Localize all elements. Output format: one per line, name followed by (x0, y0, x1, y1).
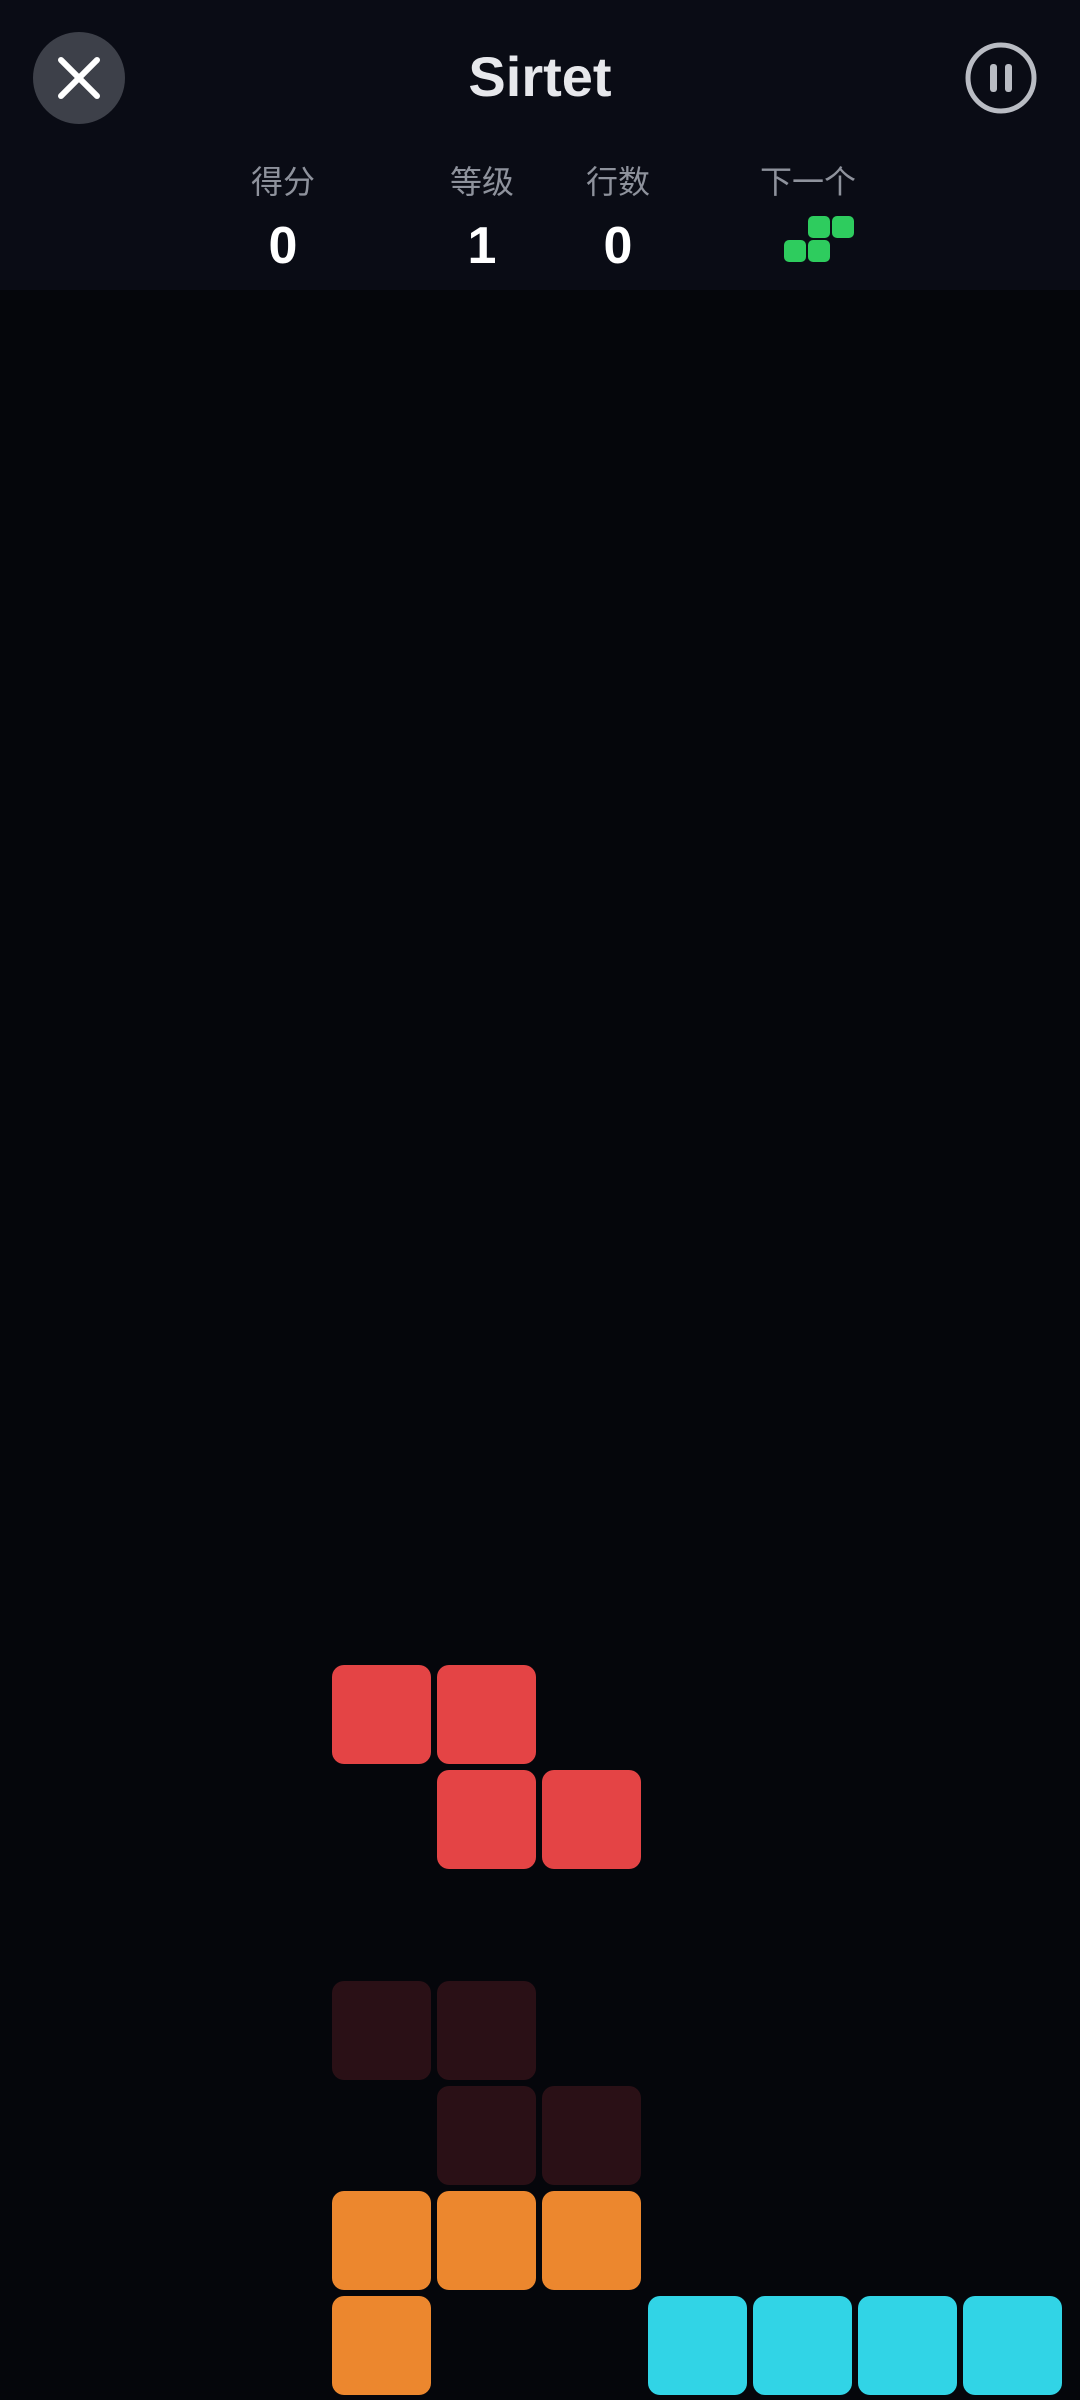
pause-icon (965, 42, 1037, 114)
next-piece-block (784, 240, 806, 262)
lines-label: 行数 (585, 164, 650, 200)
active-piece-block (437, 1770, 536, 1869)
locked-block (437, 2191, 536, 2290)
active-piece-block (332, 1665, 431, 1764)
locked-block (648, 2296, 747, 2395)
score-stat: 得分 0 (203, 158, 363, 276)
locked-block (332, 2296, 431, 2395)
top-bar: Sirtet 得分 0 等级 1 行数 0 下一个 (0, 0, 1080, 290)
next-piece-block (832, 216, 854, 238)
next-piece-stat: 下一个 (728, 158, 888, 274)
locked-block (858, 2296, 957, 2395)
ghost-piece-block (542, 2086, 641, 2185)
next-piece-block (808, 216, 830, 238)
game-title: Sirtet (468, 45, 612, 108)
pause-button[interactable] (963, 40, 1039, 116)
score-label: 得分 (250, 164, 315, 200)
ghost-piece-block (437, 2086, 536, 2185)
game-screen: Sirtet 得分 0 等级 1 行数 0 下一个 (0, 0, 1080, 2400)
lines-stat: 行数 0 (538, 158, 698, 276)
ghost-piece-block (332, 1981, 431, 2080)
active-piece-block (437, 1665, 536, 1764)
lines-value: 0 (603, 217, 633, 275)
locked-block (753, 2296, 852, 2395)
locked-block (963, 2296, 1062, 2395)
next-piece-block (808, 240, 830, 262)
next-label: 下一个 (759, 164, 856, 200)
game-board[interactable] (0, 290, 1080, 2400)
locked-block (542, 2191, 641, 2290)
next-piece-preview (728, 214, 888, 274)
active-piece-block (542, 1770, 641, 1869)
ghost-piece-block (437, 1981, 536, 2080)
locked-block (332, 2191, 431, 2290)
score-value: 0 (268, 217, 298, 275)
